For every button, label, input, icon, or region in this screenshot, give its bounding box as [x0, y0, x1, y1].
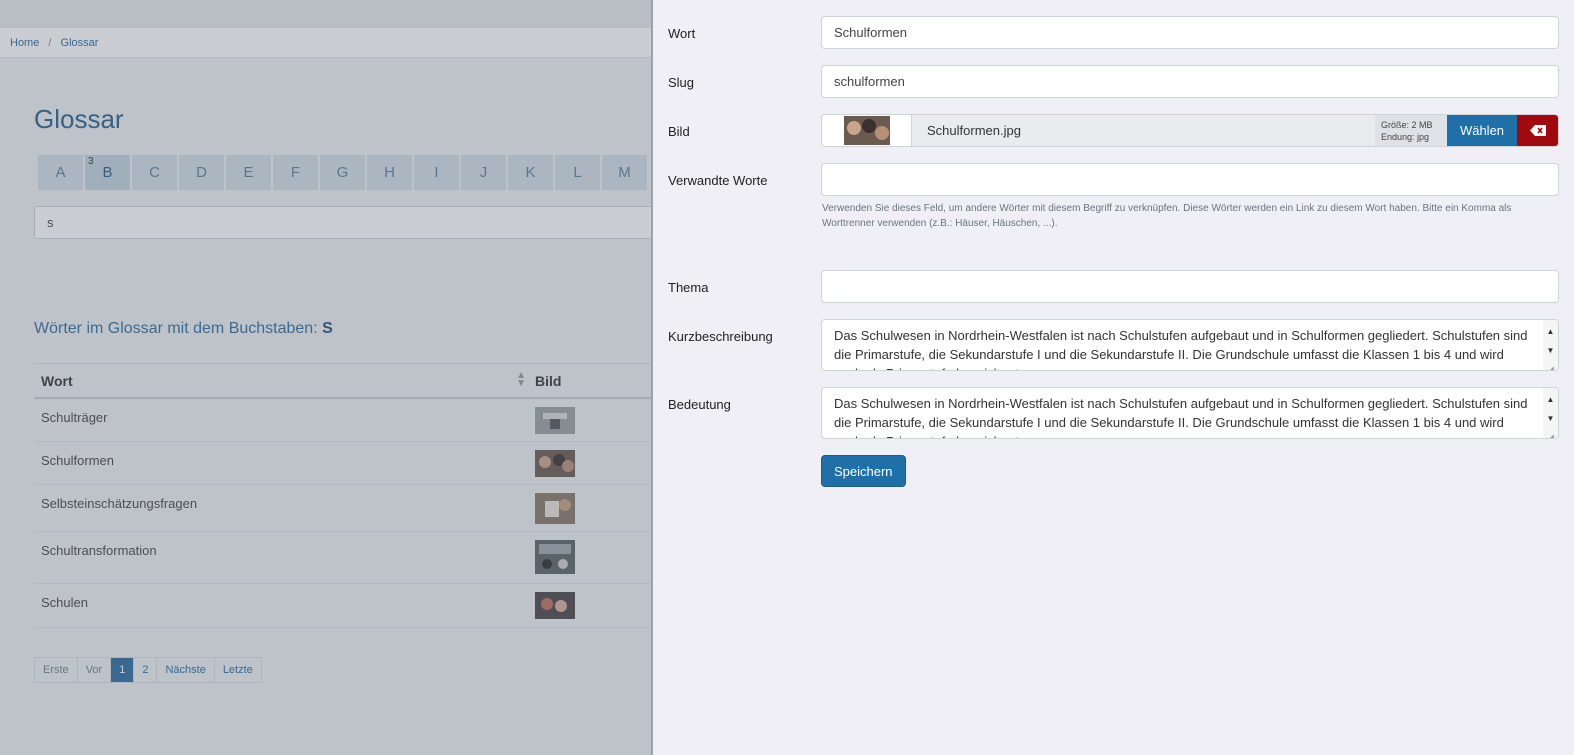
backspace-x-icon [1529, 125, 1546, 136]
kurzbeschreibung-text: Das Schulwesen in Nordrhein-Westfalen is… [834, 328, 1528, 370]
verwandte-label: Verwandte Worte [668, 173, 768, 188]
clear-image-button[interactable] [1517, 115, 1558, 146]
textarea-scrollbar[interactable]: ▲ ▼ ◢ [1543, 388, 1558, 438]
verwandte-input[interactable] [821, 163, 1559, 196]
thema-input[interactable] [821, 270, 1559, 303]
resize-handle-icon[interactable]: ◢ [1547, 428, 1554, 438]
kurz-row: Kurzbeschreibung Das Schulwesen in Nordr… [668, 319, 1559, 371]
image-info: Größe: 2 MB Endung: jpg [1375, 115, 1447, 146]
slug-label: Slug [668, 75, 695, 90]
image-thumbnail [843, 116, 890, 145]
edit-panel: Wort Schulformen Slug schulformen Bild S… [651, 0, 1574, 755]
wort-row: Wort Schulformen [668, 16, 1559, 49]
bedeutung-row: Bedeutung Das Schulwesen in Nordrhein-We… [668, 387, 1559, 439]
bild-label: Bild [668, 124, 690, 139]
wort-label: Wort [668, 26, 696, 41]
slug-row: Slug schulformen [668, 65, 1559, 98]
bedeutung-textarea[interactable]: Das Schulwesen in Nordrhein-Westfalen is… [821, 387, 1559, 439]
thema-label: Thema [668, 280, 709, 295]
image-filename: Schulformen.jpg [912, 115, 1375, 146]
image-picker: Schulformen.jpg Größe: 2 MB Endung: jpg … [821, 114, 1559, 147]
image-preview [822, 115, 912, 146]
thema-row: Thema [668, 270, 1559, 303]
slug-input[interactable]: schulformen [821, 65, 1559, 98]
image-size: Größe: 2 MB [1381, 120, 1433, 130]
bedeutung-text: Das Schulwesen in Nordrhein-Westfalen is… [834, 396, 1528, 438]
modal-backdrop[interactable] [0, 0, 652, 755]
choose-image-button[interactable]: Wählen [1447, 115, 1517, 146]
wort-input[interactable]: Schulformen [821, 16, 1559, 49]
bedeutung-label: Bedeutung [668, 397, 731, 412]
arrow-down-icon[interactable]: ▼ [1547, 341, 1555, 360]
verwandte-help: Verwenden Sie dieses Feld, um andere Wör… [822, 203, 1512, 229]
resize-handle-icon[interactable]: ◢ [1547, 360, 1554, 370]
arrow-up-icon[interactable]: ▲ [1547, 390, 1555, 409]
bild-row: Bild Schulformen.jpg Größe: 2 MB Endung:… [668, 114, 1559, 147]
kurz-label: Kurzbeschreibung [668, 329, 773, 344]
image-extension: Endung: jpg [1381, 132, 1430, 142]
save-button[interactable]: Speichern [821, 455, 906, 487]
verwandte-row: Verwandte Worte Verwenden Sie dieses Fel… [668, 163, 1559, 231]
kurzbeschreibung-textarea[interactable]: Das Schulwesen in Nordrhein-Westfalen is… [821, 319, 1559, 371]
arrow-up-icon[interactable]: ▲ [1547, 322, 1555, 341]
textarea-scrollbar[interactable]: ▲ ▼ ◢ [1543, 320, 1558, 370]
arrow-down-icon[interactable]: ▼ [1547, 409, 1555, 428]
